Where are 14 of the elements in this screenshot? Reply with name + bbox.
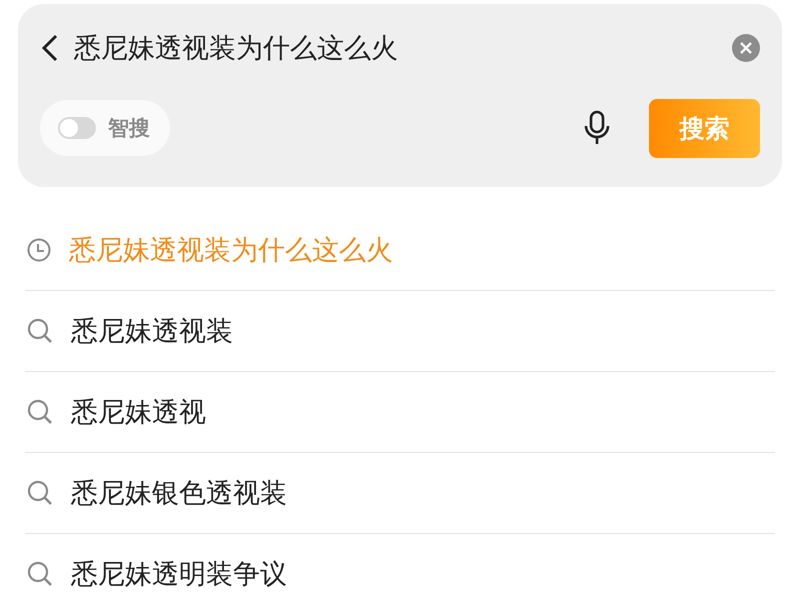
toggle-switch[interactable] [58, 117, 96, 139]
suggestion-item[interactable]: 悉尼妹透视装 [71, 313, 233, 349]
suggestion-item[interactable]: 悉尼妹银色透视装 [71, 475, 287, 511]
suggestion-item[interactable]: 悉尼妹透明装争议 [71, 556, 287, 592]
search-icon [27, 480, 53, 506]
clear-icon[interactable] [732, 34, 760, 62]
back-icon[interactable] [40, 33, 60, 63]
search-icon [27, 318, 53, 344]
search-field[interactable]: 悉尼妹透视装为什么这么火 [74, 30, 718, 66]
clock-icon [27, 238, 51, 262]
microphone-icon[interactable] [583, 110, 611, 146]
search-icon [27, 399, 53, 425]
suggestion-item[interactable]: 悉尼妹透视 [71, 394, 206, 430]
search-icon [27, 561, 53, 587]
